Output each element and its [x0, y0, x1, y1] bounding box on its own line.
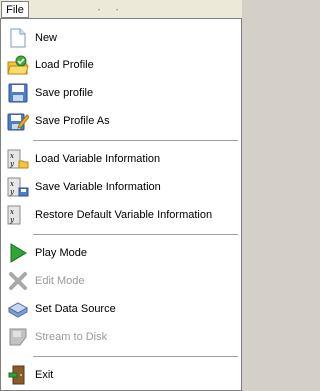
menu-item-label: Edit Mode [35, 275, 85, 287]
file-dropdown-menu: New Load Profile Save profile Save Profi… [0, 18, 242, 391]
menu-item-label: Play Mode [35, 247, 87, 259]
menu-item-set-data-source[interactable]: Set Data Source [1, 297, 241, 321]
save-profile-as-icon [7, 111, 29, 131]
menu-item-label: Restore Default Variable Information [35, 209, 213, 221]
new-document-icon [7, 28, 29, 48]
menu-item-label: Exit [35, 369, 54, 381]
menu-item-label: Load Variable Information [35, 153, 161, 165]
menu-item-edit-mode[interactable]: Edit Mode [1, 269, 241, 293]
menu-item-label: Stream to Disk [35, 331, 108, 343]
file-menu-label: File [6, 3, 24, 16]
menu-item-exit[interactable]: Exit [1, 363, 241, 387]
menu-item-label: Save Variable Information [35, 181, 161, 193]
edit-mode-icon [7, 271, 29, 291]
play-icon [7, 243, 29, 263]
svg-text:x: x [10, 152, 14, 160]
menu-item-load-variable-information[interactable]: x y Load Variable Information [1, 147, 241, 171]
file-menu-button[interactable]: File [1, 1, 29, 18]
menu-separator [33, 234, 238, 235]
restore-variable-info-icon: x y [7, 205, 29, 225]
menu-item-save-variable-information[interactable]: x y Save Variable Information [1, 175, 241, 199]
menu-item-label: Save profile [35, 87, 94, 99]
svg-text:x: x [10, 180, 14, 188]
menu-separator [33, 356, 238, 357]
menu-item-save-profile[interactable]: Save profile [1, 81, 241, 105]
menu-item-new[interactable]: New [1, 26, 241, 50]
load-variable-info-icon: x y [7, 149, 29, 169]
data-source-icon [7, 299, 29, 319]
menu-item-restore-default-variable-information[interactable]: x y Restore Default Variable Information [1, 203, 241, 227]
menu-item-save-profile-as[interactable]: Save Profile As [1, 109, 241, 133]
menu-item-label: Set Data Source [35, 303, 116, 315]
stream-to-disk-icon [7, 327, 29, 347]
exit-door-icon [7, 365, 29, 385]
menu-item-label: Save Profile As [35, 115, 110, 127]
menu-separator [33, 140, 238, 141]
save-variable-info-icon: x y [7, 177, 29, 197]
menu-item-stream-to-disk[interactable]: Stream to Disk [1, 325, 241, 349]
svg-text:x: x [10, 208, 14, 216]
save-profile-icon [7, 83, 29, 103]
menubar-grip: •• [98, 8, 135, 14]
load-profile-icon [7, 55, 29, 75]
menu-bar: File •• [0, 0, 242, 19]
menu-item-play-mode[interactable]: Play Mode [1, 241, 241, 265]
menu-item-label: New [35, 32, 58, 44]
menu-item-load-profile[interactable]: Load Profile [1, 53, 241, 77]
menu-item-label: Load Profile [35, 59, 94, 71]
